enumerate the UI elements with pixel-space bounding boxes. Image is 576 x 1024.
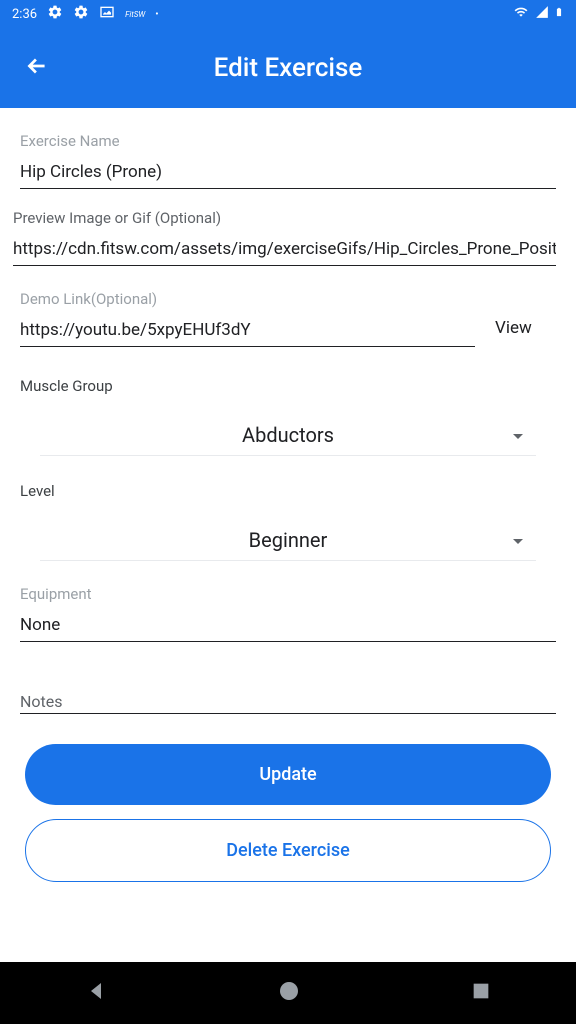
muscle-group-label: Muscle Group	[20, 377, 556, 395]
system-nav-bar	[0, 962, 576, 1024]
status-left: 2:36 FitSW •	[12, 4, 159, 24]
demo-link-field: Demo Link(Optional) View	[20, 290, 556, 347]
image-icon	[99, 4, 115, 24]
chevron-down-icon	[512, 531, 524, 550]
dot-icon: •	[155, 9, 158, 20]
muscle-group-dropdown[interactable]: Abductors	[40, 415, 536, 456]
status-bar: 2:36 FitSW •	[0, 0, 576, 28]
nav-home-icon[interactable]	[277, 979, 301, 1007]
level-dropdown[interactable]: Beginner	[40, 520, 536, 561]
settings-icon	[73, 4, 89, 24]
chevron-down-icon	[512, 426, 524, 445]
notes-input[interactable]	[20, 713, 556, 714]
notes-field: Notes	[20, 692, 556, 714]
exercise-name-label: Exercise Name	[20, 132, 556, 150]
level-field: Level Beginner	[20, 482, 556, 561]
exercise-name-field: Exercise Name	[20, 132, 556, 189]
demo-link-label: Demo Link(Optional)	[20, 290, 556, 308]
preview-input[interactable]	[13, 233, 556, 266]
battery-icon	[554, 4, 564, 24]
nav-back-icon[interactable]	[84, 979, 108, 1007]
status-right	[512, 4, 564, 24]
level-label: Level	[20, 482, 556, 500]
app-badge: FitSW	[125, 10, 145, 19]
app-header: Edit Exercise	[0, 28, 576, 108]
status-time: 2:36	[12, 7, 37, 22]
equipment-input[interactable]	[20, 609, 556, 642]
view-link[interactable]: View	[495, 318, 532, 344]
level-value: Beginner	[249, 528, 328, 552]
update-button[interactable]: Update	[25, 744, 551, 805]
settings-icon	[47, 4, 63, 24]
equipment-field: Equipment	[20, 585, 556, 642]
demo-link-input[interactable]	[20, 314, 475, 347]
notes-label: Notes	[20, 692, 63, 711]
wifi-icon	[512, 5, 530, 23]
equipment-label: Equipment	[20, 585, 556, 603]
muscle-group-field: Muscle Group Abductors	[20, 377, 556, 456]
form-content: Exercise Name Preview Image or Gif (Opti…	[0, 108, 576, 962]
preview-field: Preview Image or Gif (Optional)	[20, 209, 556, 266]
preview-label: Preview Image or Gif (Optional)	[13, 209, 556, 227]
signal-icon	[534, 5, 550, 23]
exercise-name-input[interactable]	[20, 156, 556, 189]
muscle-group-value: Abductors	[242, 423, 334, 447]
nav-recent-icon[interactable]	[470, 980, 492, 1006]
delete-button[interactable]: Delete Exercise	[25, 819, 551, 882]
back-button[interactable]	[24, 53, 50, 83]
page-title: Edit Exercise	[24, 53, 552, 83]
